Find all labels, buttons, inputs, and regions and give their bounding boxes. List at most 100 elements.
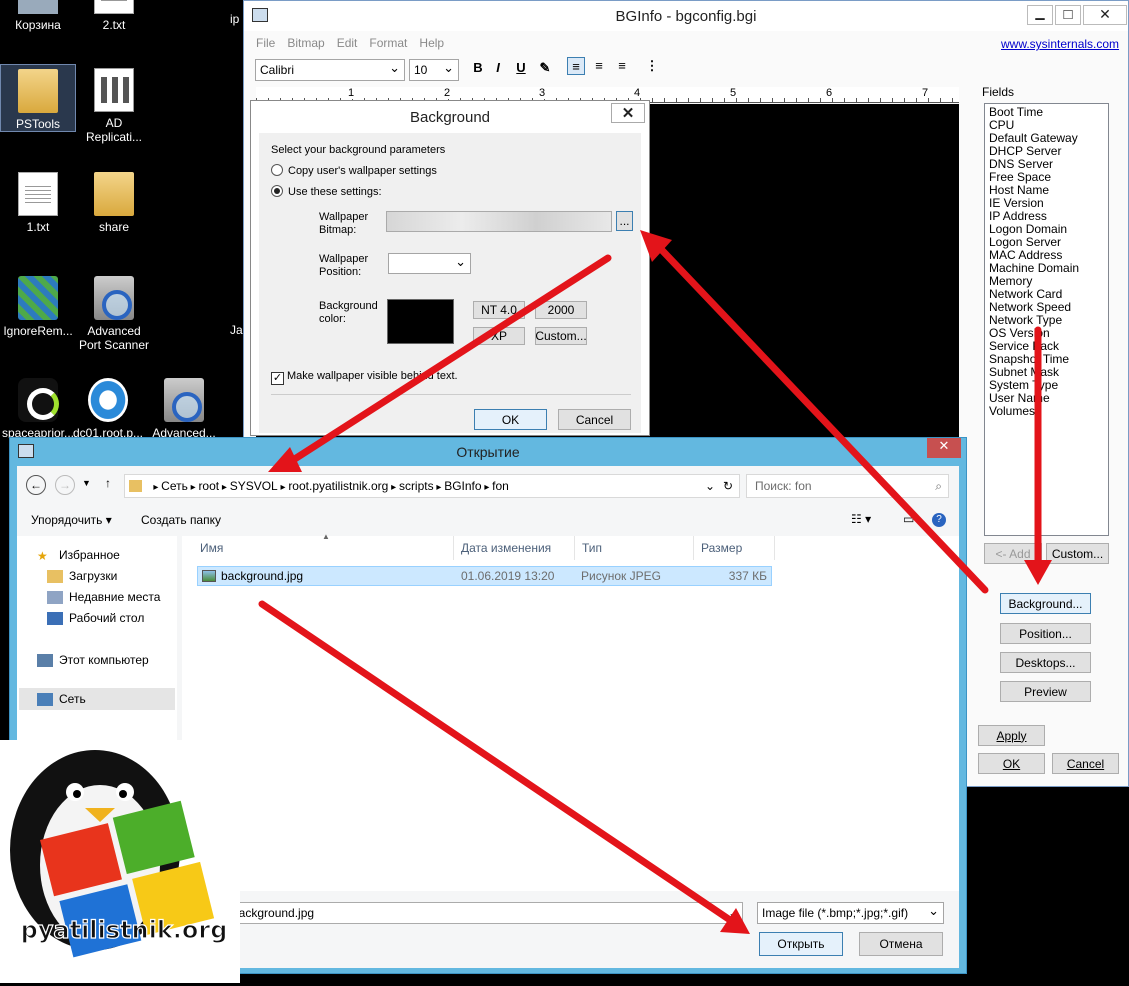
nav-recent[interactable]: Недавние места: [47, 590, 160, 604]
close-button[interactable]: ✕: [611, 103, 645, 123]
nt4-button[interactable]: NT 4.0: [473, 301, 525, 319]
breadcrumb-separator-icon[interactable]: ▸: [153, 482, 161, 493]
xp-button[interactable]: XP: [473, 327, 525, 345]
menu-help[interactable]: Help: [419, 36, 444, 50]
italic-button[interactable]: I: [489, 59, 507, 77]
color-icon[interactable]: ✎: [536, 59, 554, 77]
minimize-button[interactable]: ▁: [1027, 5, 1053, 25]
breadcrumb-separator-icon[interactable]: ▸: [482, 482, 493, 493]
nav-downloads[interactable]: Загрузки: [47, 569, 117, 583]
apply-button[interactable]: Apply: [978, 725, 1045, 746]
nav-favorites[interactable]: ★ Избранное: [37, 548, 120, 563]
address-dropdown-icon[interactable]: ⌄: [705, 475, 715, 497]
menu-bitmap[interactable]: Bitmap: [287, 36, 324, 50]
window-title: BGInfo - bgconfig.bgi: [615, 7, 757, 25]
font-select[interactable]: Calibri: [255, 59, 405, 81]
close-button[interactable]: ✕: [1083, 5, 1127, 25]
nav-computer[interactable]: Этот компьютер: [37, 653, 149, 667]
organize-button[interactable]: Упорядочить ▾: [31, 513, 112, 527]
desktop-icon-pstools[interactable]: PSTools: [0, 64, 76, 132]
bg-cancel-button[interactable]: Cancel: [558, 409, 631, 430]
copy-wallpaper-radio[interactable]: Copy user's wallpaper settings: [271, 164, 437, 177]
breadcrumb-separator-icon[interactable]: ▸: [388, 482, 399, 493]
bullets-icon[interactable]: ⋮: [643, 57, 661, 75]
nav-desktop[interactable]: Рабочий стол: [47, 611, 144, 625]
desktop-icon-advanced2[interactable]: Advanced...: [146, 378, 222, 438]
bold-button[interactable]: B: [469, 59, 487, 77]
align-right-icon[interactable]: ≡: [613, 57, 631, 75]
cancel-open-button[interactable]: Отмена: [859, 932, 943, 956]
breadcrumb-item[interactable]: BGInfo: [444, 479, 481, 493]
breadcrumb-separator-icon[interactable]: ▸: [188, 482, 199, 493]
cancel-button[interactable]: Cancel: [1052, 753, 1119, 774]
breadcrumb-item[interactable]: Сеть: [161, 479, 188, 493]
breadcrumb-separator-icon[interactable]: ▸: [278, 482, 289, 493]
desktop-icon-aps[interactable]: Advanced Port Scanner: [76, 276, 152, 352]
custom-color-button[interactable]: Custom...: [535, 327, 587, 345]
breadcrumb-separator-icon[interactable]: ▸: [219, 482, 230, 493]
recent-dropdown-icon[interactable]: ▼: [82, 478, 91, 488]
wallpaper-position-select[interactable]: [388, 253, 471, 274]
address-bar[interactable]: ▸ Сеть ▸ root ▸ SYSVOL ▸ root.pyatilistn…: [124, 474, 740, 498]
bg-color-swatch[interactable]: [387, 299, 454, 344]
refresh-icon[interactable]: ↻: [723, 475, 733, 497]
background-button[interactable]: Background...: [1000, 593, 1091, 614]
menu-file[interactable]: File: [256, 36, 275, 50]
breadcrumb-item[interactable]: scripts: [399, 479, 434, 493]
back-icon[interactable]: ←: [26, 475, 46, 495]
breadcrumb-item[interactable]: SYSVOL: [230, 479, 278, 493]
filename-input[interactable]: background.jpg ⌄: [227, 902, 743, 924]
new-folder-button[interactable]: Создать папку: [141, 513, 221, 527]
nav-network[interactable]: Сеть: [19, 688, 175, 710]
col-type[interactable]: Тип: [576, 536, 694, 560]
add-button[interactable]: <- Add: [984, 543, 1042, 564]
menu-format[interactable]: Format: [369, 36, 407, 50]
wallpaper-bitmap-input[interactable]: [386, 211, 612, 232]
breadcrumb-separator-icon[interactable]: ▸: [434, 482, 445, 493]
desktop-icon-recycle[interactable]: Корзина: [0, 0, 76, 32]
view-icon[interactable]: ☷ ▾: [851, 512, 871, 526]
font-size-select[interactable]: 10: [409, 59, 459, 81]
maximize-button[interactable]: □: [1055, 5, 1081, 25]
custom-field-button[interactable]: Custom...: [1046, 543, 1109, 564]
help-icon[interactable]: ?: [932, 513, 946, 527]
desktop-icon-dc01[interactable]: dc01.root.p...: [70, 378, 146, 438]
menu-edit[interactable]: Edit: [337, 36, 358, 50]
sysinternals-link[interactable]: www.sysinternals.com: [1001, 37, 1119, 51]
desktops-button[interactable]: Desktops...: [1000, 652, 1091, 673]
browse-button[interactable]: ...: [616, 211, 633, 231]
search-input[interactable]: Поиск: fon ⌕: [746, 474, 949, 498]
table-row[interactable]: background.jpg 01.06.2019 13:20 Рисунок …: [197, 566, 772, 586]
preview-button[interactable]: Preview: [1000, 681, 1091, 702]
underline-button[interactable]: U: [512, 59, 530, 77]
ok-button[interactable]: OK: [978, 753, 1045, 774]
desktop-icon-1txt[interactable]: 1.txt: [0, 172, 76, 234]
up-icon[interactable]: ↑: [105, 476, 111, 490]
breadcrumb-item[interactable]: root.pyatilistnik.org: [288, 479, 388, 493]
col-size[interactable]: Размер: [695, 536, 775, 560]
bg-ok-button[interactable]: OK: [474, 409, 547, 430]
desktop-icon-ignorerem[interactable]: IgnoreRem...: [0, 276, 76, 338]
w2000-button[interactable]: 2000: [535, 301, 587, 319]
make-visible-checkbox[interactable]: ✓ Make wallpaper visible behind text.: [271, 370, 458, 385]
breadcrumb-item[interactable]: fon: [492, 479, 509, 493]
desktop-icon-space[interactable]: spaceaprior...: [0, 378, 76, 438]
forward-icon[interactable]: →: [55, 475, 75, 495]
field-item[interactable]: Volumes: [989, 405, 1104, 418]
open-button[interactable]: Открыть: [759, 932, 843, 956]
file-name: background.jpg: [221, 569, 304, 583]
use-settings-radio[interactable]: Use these settings:: [271, 185, 382, 198]
align-center-icon[interactable]: ≡: [590, 57, 608, 75]
align-left-icon[interactable]: ≡: [567, 57, 585, 75]
preview-pane-icon[interactable]: ▭: [903, 512, 914, 526]
desktop-icon-adrepl[interactable]: AD Replicati...: [76, 68, 152, 144]
app-icon: [18, 444, 34, 458]
breadcrumb-item[interactable]: root: [198, 479, 219, 493]
desktop-icon-share[interactable]: share: [76, 172, 152, 234]
desktop-icon-2txt[interactable]: 2.txt: [76, 0, 152, 32]
close-button[interactable]: ✕: [927, 438, 961, 458]
fields-list[interactable]: Boot Time CPU Default Gateway DHCP Server DN…: [984, 103, 1109, 536]
file-type-select[interactable]: Image file (*.bmp;*.jpg;*.gif): [757, 902, 944, 924]
col-date[interactable]: Дата изменения: [455, 536, 575, 560]
position-button[interactable]: Position...: [1000, 623, 1091, 644]
